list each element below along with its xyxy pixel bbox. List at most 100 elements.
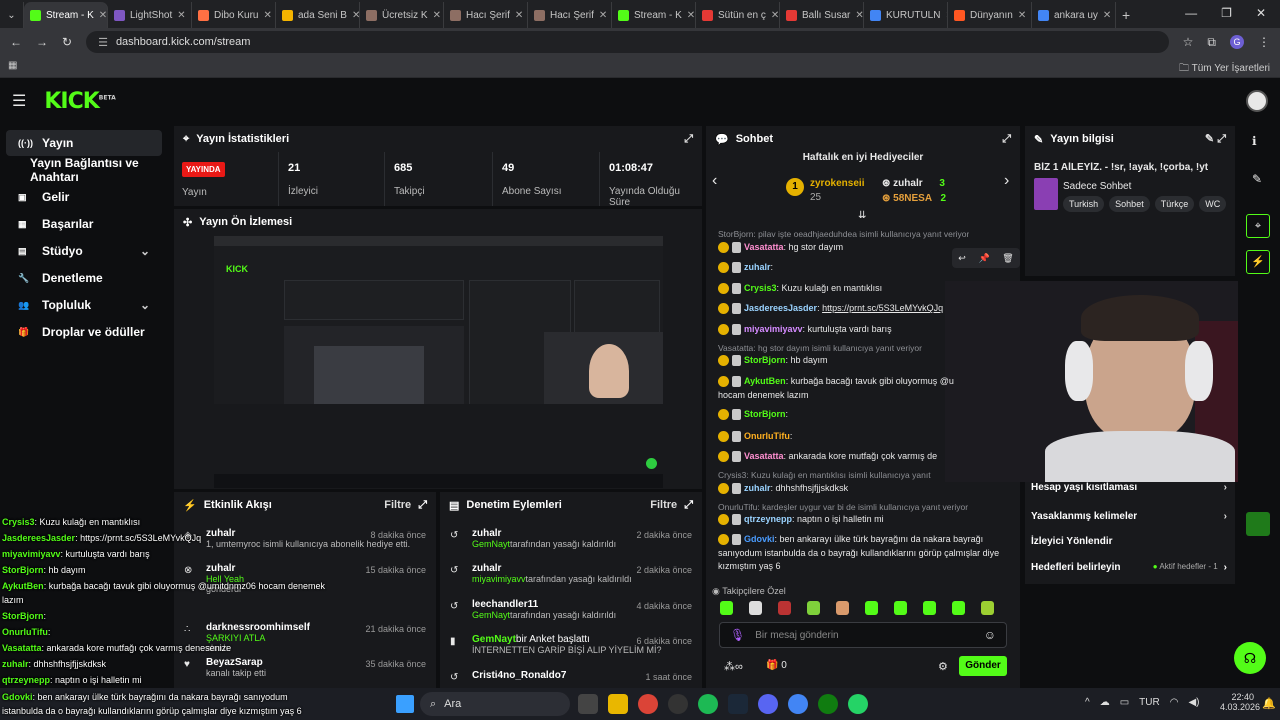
chrome-profile-icon[interactable] [788,694,808,714]
emote-icon[interactable] [923,601,936,615]
restore-icon[interactable]: ❐ [1221,6,1232,22]
emote-icon[interactable] [952,601,965,615]
emote-icon[interactable] [894,601,907,615]
tab-close-icon[interactable]: ✕ [771,10,779,21]
chat-message[interactable]: Crysis3: Kuzu kulağı en mantıklısı [718,283,882,295]
chat-username[interactable]: AykutBen [744,376,786,386]
chat-message[interactable]: miyavimiyavv: kurtuluşta vardı barış [718,324,892,336]
popout-icon[interactable]: ⤢ [1002,133,1011,146]
tab-close-icon[interactable]: ✕ [687,10,695,21]
tab-close-icon[interactable]: ✕ [1018,10,1026,21]
tag-chip[interactable]: WC [1199,196,1227,212]
moderation-user[interactable]: Cristi4no_Ronaldo7 [472,670,566,681]
sidebar-item-7[interactable]: 🎁 Droplar ve ödüller [6,319,162,345]
browser-tab[interactable]: ankara uy ✕ [1032,2,1116,28]
tab-search-button[interactable]: ⌄ [0,2,24,28]
emoji-icon[interactable]: ☺ [984,628,996,642]
minimize-icon[interactable]: — [1185,6,1197,22]
reload-icon[interactable]: ↻ [62,35,72,49]
chat-username[interactable]: Vasatatta [744,451,784,461]
menu-item-account-age[interactable]: Hesap yaşı kısıtlaması › [1031,482,1227,493]
sidebar-item-3[interactable]: ▦ Başarılar [6,211,162,237]
sidebar-item-2[interactable]: ▣ Gelir [6,184,162,210]
language-indicator[interactable]: TUR [1139,697,1160,708]
browser-tab[interactable]: KURUTULN✕ [864,2,948,28]
gifter-2[interactable]: ⊛ zuhalr 3 [882,178,945,189]
tab-close-icon[interactable]: ✕ [352,10,359,21]
chat-users-icon[interactable]: ⁂∞ [724,660,743,673]
chat-message[interactable]: JasdereesJasder: https://prnt.sc/5S3LeMY… [718,303,943,315]
kick-logo[interactable]: KICKBETA [44,89,115,114]
taskbar-search[interactable]: ⌕ Ara [420,692,570,716]
chat-input[interactable]: 🎙 Bir mesaj gönderin ☺ [719,622,1007,648]
chat-username[interactable]: Gdovki [744,534,775,544]
chevron-left-icon[interactable]: ‹ [712,172,717,190]
chat-message[interactable]: StorBjorn: hb dayım [718,355,828,367]
discord-icon[interactable] [758,694,778,714]
chat-message[interactable]: OnurluTifu: [718,431,792,443]
volume-icon[interactable]: ◀) [1188,697,1199,708]
moderation-actor[interactable]: GemNayt [472,610,510,620]
chat-message[interactable]: Vasatatta: hg stor dayım [718,242,843,254]
cloud-icon[interactable]: ☁ [1100,697,1110,708]
chat-message[interactable]: StorBjorn: [718,409,788,421]
chat-message[interactable]: zuhalr: [718,262,773,274]
tab-close-icon[interactable]: ✕ [433,10,441,21]
chat-message[interactable]: zuhalr: dhhshfhsjfjjskdksk [718,483,848,495]
wifi-icon[interactable]: ◠ [1170,697,1179,708]
help-chat-icon[interactable]: ☊ [1234,642,1266,674]
camera-focus-icon[interactable]: ⌖ [1246,214,1270,238]
send-button[interactable]: Gönder [959,656,1007,676]
browser-tab[interactable]: ada Seni B ✕ [276,2,360,28]
spotify-icon[interactable] [698,694,718,714]
github-icon[interactable] [668,694,688,714]
chat-message[interactable]: kızmıştım yaş 6 [718,561,781,571]
browser-tab[interactable]: Ballı Susar ✕ [780,2,864,28]
emote-icon[interactable] [865,601,878,615]
windows-start-icon[interactable] [396,695,414,713]
notifications-icon[interactable]: 🔔 [1262,697,1276,710]
chevron-right-icon[interactable]: › [1004,172,1009,190]
tab-close-icon[interactable]: ✕ [99,10,107,21]
menu-item-goals[interactable]: Hedefleri belirleyin ● Aktif hedefler - 1… [1031,562,1227,573]
activity-filter-button[interactable]: Filtre [384,499,411,511]
profile-avatar[interactable]: G [1230,35,1244,49]
chat-username[interactable]: JasdereesJasder [744,303,817,313]
extensions-icon[interactable]: ⧉ [1207,35,1216,50]
chat-message[interactable]: hocam denemek lazım [718,390,809,400]
moderation-actor[interactable]: miyavimiyavv [472,574,526,584]
task-view-icon[interactable] [578,694,598,714]
popout-icon[interactable]: ⤢ [684,133,693,146]
reply-icon[interactable]: ↩ [958,253,966,264]
tray-arrow-icon[interactable]: ^ [1085,697,1090,708]
scroll-pin-icon[interactable]: ⇊ [858,210,866,221]
pin-icon[interactable]: 📌 [978,253,989,264]
tag-chip[interactable]: Sohbet [1109,196,1150,212]
all-bookmarks-button[interactable]: 🗀 Tüm Yer İşaretleri [1179,61,1270,78]
stream-category[interactable]: Sadece Sohbet [1063,181,1131,192]
info-icon[interactable]: ℹ [1252,134,1257,148]
emote-icon[interactable] [778,601,791,615]
browser-tab[interactable]: LightShot ✕ [108,2,192,28]
menu-item-raid[interactable]: İzleyici Yönlendir [1031,536,1227,547]
channel-points[interactable]: 🎁 0 [766,660,787,671]
chat-message[interactable]: Vasatatta: ankarada kore mutfağı çok var… [718,451,937,463]
menu-kebab-icon[interactable]: ⋮ [1258,35,1270,49]
hamburger-menu-icon[interactable]: ☰ [12,91,26,111]
tag-chip[interactable]: Turkish [1063,196,1105,212]
chat-username[interactable]: StorBjorn [744,355,786,365]
chat-message[interactable]: AykutBen: kurbağa bacağı tavuk gibi oluy… [718,376,954,388]
browser-tab[interactable]: Stream - K ✕ [24,2,108,28]
chat-username[interactable]: zuhalr [744,483,771,493]
url-field[interactable]: ☰ dashboard.kick.com/stream [86,31,1169,53]
moderation-actor[interactable]: GemNayt [472,539,510,549]
widget-icon[interactable] [1246,512,1270,536]
tab-close-icon[interactable]: ✕ [855,10,863,21]
close-icon[interactable]: ✕ [1256,6,1266,22]
tab-close-icon[interactable]: ✕ [1103,10,1111,21]
moderation-user[interactable]: zuhalr [472,563,501,574]
file-explorer-icon[interactable] [608,694,628,714]
menu-item-banned-words[interactable]: Yasaklanmış kelimeler › [1031,511,1227,522]
emote-icon[interactable] [749,601,762,615]
moderation-user[interactable]: GemNayt [472,634,516,645]
